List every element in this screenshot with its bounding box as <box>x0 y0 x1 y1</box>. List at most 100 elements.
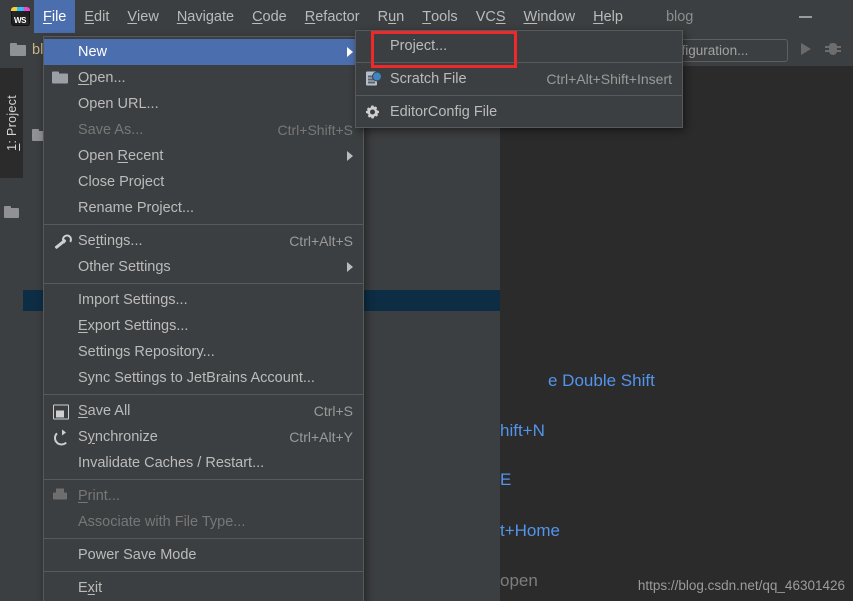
chevron-right-icon <box>347 262 353 272</box>
menu-code[interactable]: Code <box>243 0 296 33</box>
left-tool-strip: 1: Project <box>0 66 24 601</box>
file-menu-item-settings[interactable]: Settings... Ctrl+Alt+S <box>44 228 363 254</box>
file-menu-item-settings-repository[interactable]: Settings Repository... <box>44 339 363 365</box>
file-menu-item-new[interactable]: New <box>44 39 363 65</box>
save-icon <box>52 404 69 420</box>
file-menu-item-save-as-shortcut: Ctrl+Shift+S <box>277 122 353 138</box>
file-menu-item-import-settings-label: Import Settings... <box>78 292 188 308</box>
chevron-right-icon <box>347 47 353 57</box>
file-menu-item-invalidate-caches-restart[interactable]: Invalidate Caches / Restart... <box>44 450 363 476</box>
hint-search-everywhere: e Double Shift <box>548 371 655 390</box>
file-menu-item-settings-label: Settings... <box>78 233 143 249</box>
file-menu-item-settings-repository-label: Settings Repository... <box>78 344 215 360</box>
file-menu-item-other-settings[interactable]: Other Settings <box>44 254 363 280</box>
menu-run[interactable]: Run <box>369 0 414 33</box>
file-menu-item-open-recent-label: Open Recent <box>78 148 164 164</box>
file-menu-item-other-settings-label: Other Settings <box>78 259 171 275</box>
menu-edit[interactable]: Edit <box>75 0 118 33</box>
file-menu-item-save-as: Save As... Ctrl+Shift+S <box>44 117 363 143</box>
menu-tools[interactable]: Tools <box>413 0 466 33</box>
menu-separator <box>44 224 363 225</box>
folder-icon <box>52 71 69 86</box>
new-submenu-item-editorconfig-file[interactable]: EditorConfig File <box>356 99 682 125</box>
hint-recent-files: E <box>500 470 512 489</box>
file-menu-item-close-project-label: Close Project <box>78 174 165 190</box>
gear-icon <box>364 105 381 120</box>
file-menu-item-synchronize-label: Synchronize <box>78 429 158 445</box>
chevron-right-icon <box>347 151 353 161</box>
folder-icon <box>10 43 26 56</box>
new-submenu-item-scratch-file-shortcut: Ctrl+Alt+Shift+Insert <box>546 71 672 87</box>
scratch-file-icon <box>364 71 382 87</box>
webstorm-window: FileEditViewNavigateCodeRefactorRunTools… <box>0 0 853 601</box>
menu-bar-items: File Edit View Navigate Code Refactor Ru n Tools… <box>34 0 632 33</box>
minimize-button[interactable] <box>785 0 825 33</box>
file-menu-item-rename-project-label: Rename Project... <box>78 200 195 216</box>
printer-icon <box>52 488 69 504</box>
window-title: blog <box>665 8 694 25</box>
file-menu-item-print-label: Print... <box>78 488 120 504</box>
file-menu-item-sync-settings-to-jetbrains-account-label: Sync Settings to JetBrains Account... <box>78 370 315 386</box>
wrench-icon <box>52 234 69 249</box>
file-menu-item-power-save-mode[interactable]: Power Save Mode <box>44 542 363 568</box>
new-submenu-item-editorconfig-file-label: EditorConfig File <box>390 104 498 120</box>
menu-view[interactable]: View <box>118 0 167 33</box>
file-menu-item-invalidate-caches-restart-label: Invalidate Caches / Restart... <box>78 455 265 471</box>
menu-separator <box>356 95 682 96</box>
menu-refactor[interactable]: Refactor <box>296 0 369 33</box>
new-submenu-item-scratch-file-label: Scratch File <box>390 71 467 87</box>
file-menu-item-associate-with-file-type-label: Associate with File Type... <box>78 514 246 530</box>
file-menu-item-synchronize-shortcut: Ctrl+Alt+Y <box>289 429 353 445</box>
file-menu-item-save-all[interactable]: Save All Ctrl+S <box>44 398 363 424</box>
folder-icon <box>4 206 19 218</box>
menu-separator <box>44 283 363 284</box>
new-submenu-item-project-label: Project... <box>390 38 448 54</box>
menu-window[interactable]: Window <box>515 0 585 33</box>
sync-icon <box>52 429 69 446</box>
new-submenu-popup: Project... Scratch File Ctrl+Alt+Shift+Ins… <box>355 30 683 128</box>
file-menu-item-synchronize[interactable]: Synchronize Ctrl+Alt+Y <box>44 424 363 450</box>
hint-go-to-file: hift+N <box>500 421 545 440</box>
menu-separator <box>44 538 363 539</box>
file-menu-popup: New Open... Open URL... Save As... Ctrl+Shif… <box>43 36 364 601</box>
file-menu-item-import-settings[interactable]: Import Settings... <box>44 287 363 313</box>
file-menu-item-power-save-mode-label: Power Save Mode <box>78 547 197 563</box>
sidebar-item-project-label: 1: Project <box>4 95 19 151</box>
file-menu-item-save-as-label: Save As... <box>78 122 144 138</box>
new-submenu-item-project[interactable]: Project... <box>356 33 682 59</box>
file-menu-item-open-recent[interactable]: Open Recent <box>44 143 363 169</box>
file-menu-item-sync-settings-to-jetbrains-account[interactable]: Sync Settings to JetBrains Account... <box>44 365 363 391</box>
new-submenu-item-scratch-file[interactable]: Scratch File Ctrl+Alt+Shift+Insert <box>356 66 682 92</box>
menu-vcs[interactable]: VC S <box>467 0 515 33</box>
file-menu-item-close-project[interactable]: Close Project <box>44 169 363 195</box>
file-menu-item-export-settings[interactable]: Export Settings... <box>44 313 363 339</box>
debug-bug-icon[interactable] <box>825 41 841 57</box>
file-menu-item-open-label: Open... <box>78 70 126 86</box>
file-menu-item-open-url-label: Open URL... <box>78 96 159 112</box>
file-menu-item-open-url[interactable]: Open URL... <box>44 91 363 117</box>
file-menu-item-settings-shortcut: Ctrl+Alt+S <box>289 233 353 249</box>
file-menu-item-exit-label: Exit <box>78 580 103 596</box>
file-menu-item-associate-with-file-type: Associate with File Type... <box>44 509 363 535</box>
run-triangle-icon[interactable] <box>801 43 811 55</box>
editor-area: e Double Shift hift+N E t+Home open http… <box>500 66 853 601</box>
file-menu-item-save-all-shortcut: Ctrl+S <box>313 403 353 419</box>
file-menu-item-print: Print... <box>44 483 363 509</box>
file-menu-item-open[interactable]: Open... <box>44 65 363 91</box>
file-menu-item-export-settings-label: Export Settings... <box>78 318 189 334</box>
menu-separator <box>44 394 363 395</box>
webstorm-logo-icon <box>6 0 34 33</box>
menu-file[interactable]: File <box>34 0 76 33</box>
file-menu-item-exit[interactable]: Exit <box>44 575 363 601</box>
menu-bar: FileEditViewNavigateCodeRefactorRunTools… <box>0 0 853 33</box>
hint-navigation-bar: t+Home <box>500 521 560 540</box>
file-menu-item-save-all-label: Save All <box>78 403 131 419</box>
menu-separator <box>356 62 682 63</box>
menu-separator <box>44 479 363 480</box>
menu-help[interactable]: Help <box>584 0 632 33</box>
sidebar-item-project[interactable]: 1: Project <box>0 68 23 178</box>
menu-navigate[interactable]: Navigate <box>168 0 243 33</box>
watermark-url: https://blog.csdn.net/qq_46301426 <box>637 578 845 593</box>
file-menu-item-new-label: New <box>78 44 108 60</box>
file-menu-item-rename-project[interactable]: Rename Project... <box>44 195 363 221</box>
